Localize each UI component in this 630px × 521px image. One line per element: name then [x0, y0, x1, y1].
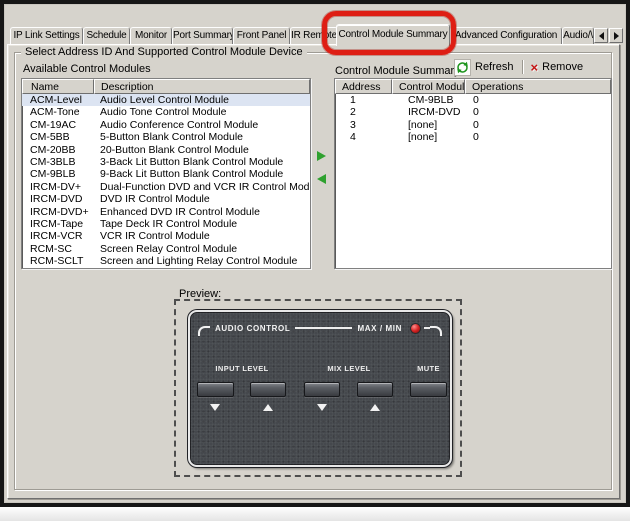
list-item[interactable]: CM-9BLB 9-Back Lit Button Blank Control …	[22, 168, 310, 180]
list-item[interactable]: IRCM-DVD+ Enhanced DVD IR Control Module	[22, 206, 310, 218]
up-arrow-icon	[263, 404, 273, 411]
column-header-name[interactable]: Name	[22, 79, 94, 94]
list-item[interactable]: IRCM-VCR VCR IR Control Module	[22, 230, 310, 242]
bracket-left-icon	[198, 326, 210, 336]
summary-header: Address Control Module Operations	[335, 79, 611, 94]
scroll-right-icon	[614, 32, 619, 40]
max-min-led-icon	[410, 323, 421, 334]
list-item[interactable]: ACM-Level Audio Level Control Module	[22, 94, 310, 106]
up-arrow-icon	[370, 404, 380, 411]
available-modules-list[interactable]: Name Description ACM-Level Audio Level C…	[21, 78, 311, 269]
list-item[interactable]: RCM-SC Screen Relay Control Module	[22, 243, 310, 255]
table-row[interactable]: 3 [none] 0	[335, 119, 611, 131]
groupbox-legend: Select Address ID And Supported Control …	[21, 46, 307, 59]
remove-button[interactable]: × Remove	[528, 60, 587, 75]
preview-label: Preview:	[179, 288, 221, 300]
move-left-icon[interactable]	[317, 174, 326, 184]
audio-control-panel-preview: AUDIO CONTROL MAX / MIN INPUT LEVEL MIX …	[188, 310, 452, 467]
refresh-button[interactable]: Refresh	[451, 58, 517, 77]
column-header-operations[interactable]: Operations	[465, 79, 611, 94]
input-level-label: INPUT LEVEL	[197, 364, 287, 373]
remove-x-icon: ×	[531, 61, 539, 74]
available-modules-header: Name Description	[22, 79, 310, 94]
mix-level-up-button	[357, 382, 393, 397]
tab-monitor[interactable]: Monitor	[130, 27, 172, 44]
tab-schedule[interactable]: Schedule	[83, 27, 130, 44]
title-rule	[295, 327, 352, 329]
tab-ip-link-settings[interactable]: IP Link Settings	[10, 27, 83, 44]
list-item[interactable]: IRCM-Tape Tape Deck IR Control Module	[22, 218, 310, 230]
mix-level-label: MIX LEVEL	[304, 364, 394, 373]
move-right-icon[interactable]	[317, 151, 326, 161]
column-header-address[interactable]: Address	[335, 79, 392, 94]
column-header-module[interactable]: Control Module	[392, 79, 465, 94]
scroll-left-icon	[599, 32, 604, 40]
refresh-icon	[454, 59, 471, 76]
list-item[interactable]: IRCM-DVD DVD IR Control Module	[22, 193, 310, 205]
input-level-up-button	[250, 382, 286, 397]
tab-audio-video[interactable]: Audio/\	[562, 27, 594, 44]
table-row[interactable]: 1 CM-9BLB 0	[335, 94, 611, 106]
down-arrow-icon	[317, 404, 327, 411]
tab-front-panel[interactable]: Front Panel	[233, 27, 290, 44]
tab-bar: IP Link Settings Schedule Monitor Port S…	[0, 0, 630, 46]
address-id-groupbox: Select Address ID And Supported Control …	[14, 52, 612, 490]
tab-port-summary[interactable]: Port Summary	[172, 27, 233, 44]
tab-scroll-left-button[interactable]	[594, 28, 608, 43]
toolbar-separator	[522, 60, 523, 74]
tab-ir-remote[interactable]: IR Remote	[290, 27, 338, 44]
list-item[interactable]: IRCM-DV+ Dual-Function DVD and VCR IR Co…	[22, 181, 310, 193]
application-window: IP Link Settings Schedule Monitor Port S…	[0, 0, 630, 507]
list-item[interactable]: CM-5BB 5-Button Blank Control Module	[22, 131, 310, 143]
tab-scroll-right-button[interactable]	[609, 28, 623, 43]
control-module-summary-label: Control Module Summary:	[335, 65, 463, 78]
list-item[interactable]: CM-20BB 20-Button Blank Control Module	[22, 144, 310, 156]
list-item[interactable]: ACM-Tone Audio Tone Control Module	[22, 106, 310, 118]
summary-list[interactable]: Address Control Module Operations 1 CM-9…	[334, 78, 612, 269]
preview-area: Preview: AUDIO CONTROL MAX / MIN INPUT L…	[174, 299, 462, 477]
bottom-margin	[0, 507, 630, 521]
mix-level-down-button	[304, 382, 340, 397]
input-level-down-button	[197, 382, 234, 397]
list-item[interactable]: CM-19AC Audio Conference Control Module	[22, 119, 310, 131]
list-item[interactable]: CM-3BLB 3-Back Lit Button Blank Control …	[22, 156, 310, 168]
tab-advanced-configuration[interactable]: Advanced Configuration	[450, 27, 562, 44]
available-modules-label: Available Control Modules	[23, 63, 151, 76]
panel-title-line: AUDIO CONTROL MAX / MIN	[198, 322, 442, 334]
panel-title: AUDIO CONTROL	[210, 324, 295, 333]
tab-control-module-summary[interactable]: Control Module Summary	[336, 24, 450, 46]
bracket-right-icon	[430, 326, 442, 336]
mute-button	[410, 382, 447, 397]
table-row[interactable]: 2 IRCM-DVD 0	[335, 106, 611, 118]
screenshot: IP Link Settings Schedule Monitor Port S…	[0, 0, 630, 521]
max-min-label: MAX / MIN	[352, 324, 407, 333]
refresh-label: Refresh	[475, 61, 514, 73]
column-header-description[interactable]: Description	[94, 79, 310, 94]
table-row[interactable]: 4 [none] 0	[335, 131, 611, 143]
remove-label: Remove	[542, 61, 583, 73]
summary-toolbar: Refresh × Remove	[451, 58, 586, 76]
mute-label: MUTE	[410, 364, 447, 373]
list-item[interactable]: RCM-SCLT Screen and Lighting Relay Contr…	[22, 255, 310, 267]
down-arrow-icon	[210, 404, 220, 411]
